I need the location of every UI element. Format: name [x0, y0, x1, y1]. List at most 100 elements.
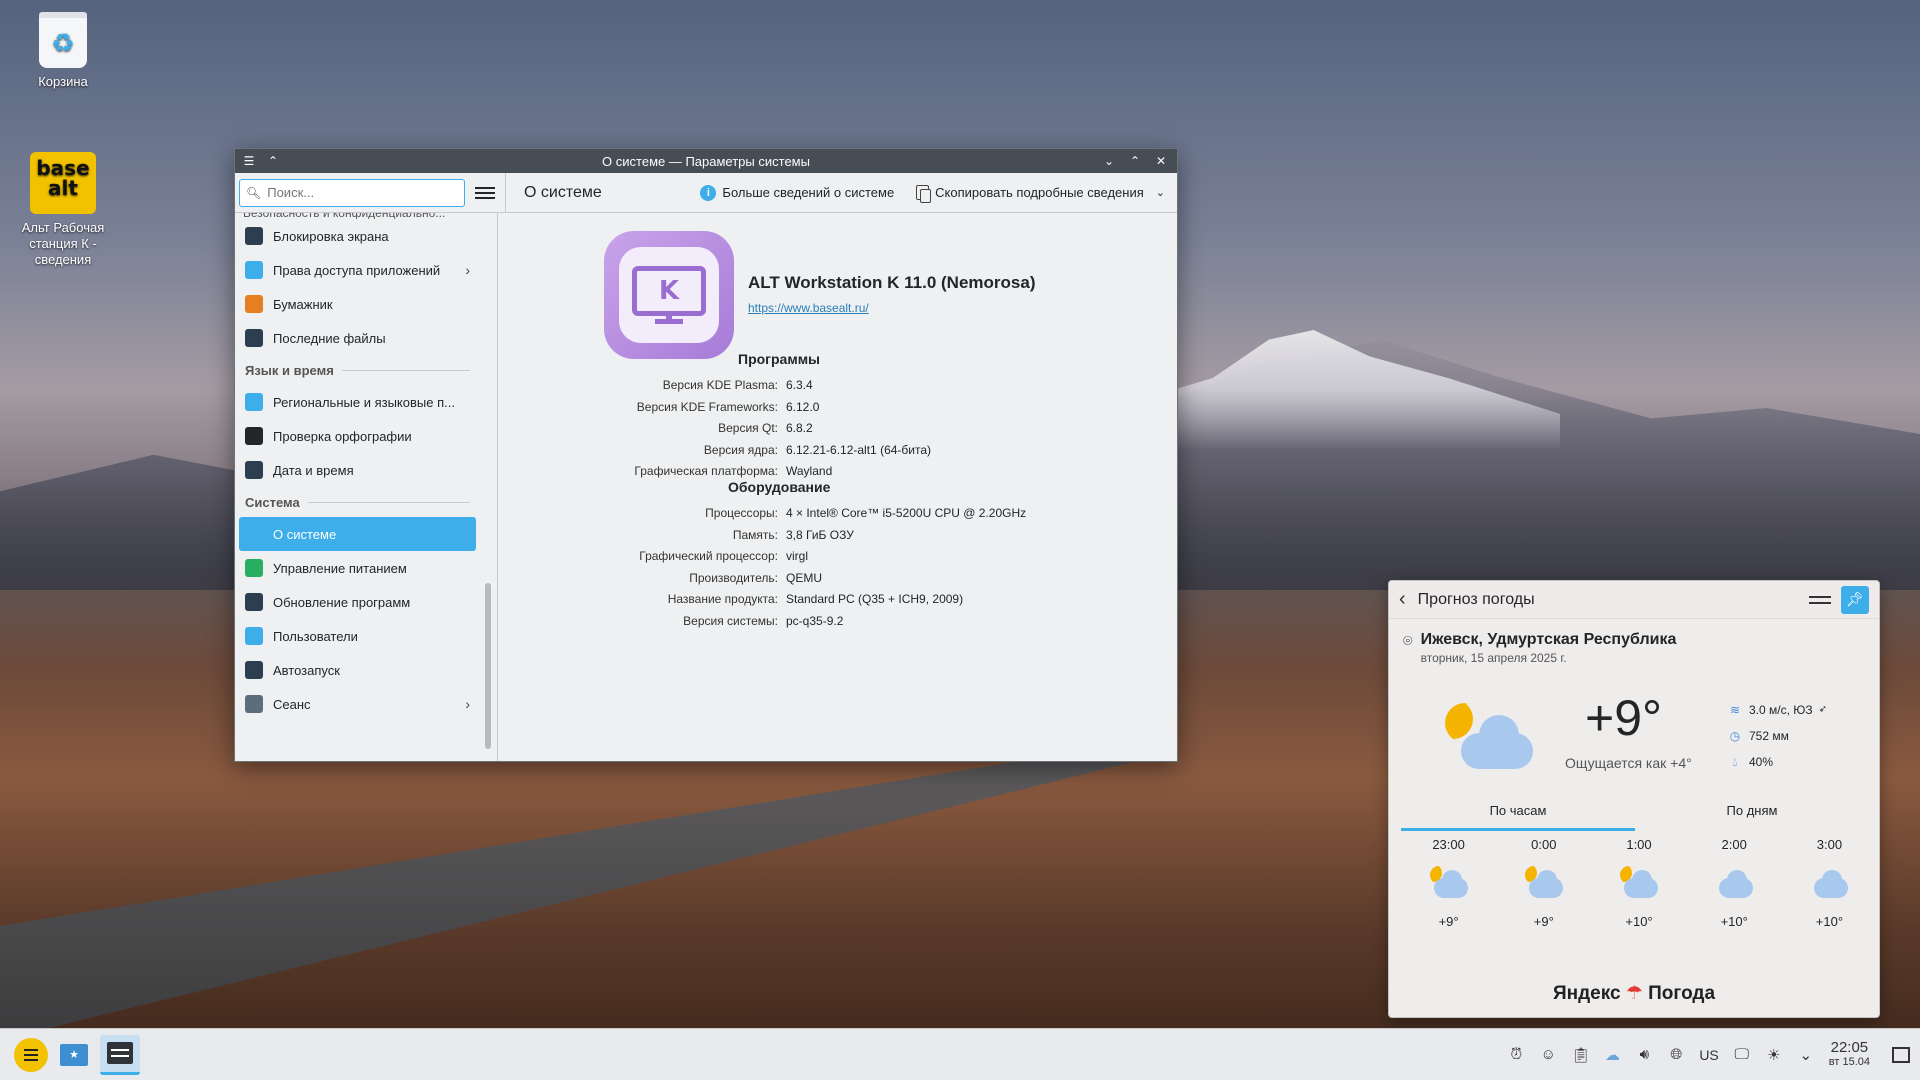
sidebar-item[interactable]: Обновление программ — [239, 585, 476, 619]
clock-icon — [245, 461, 263, 479]
info-value: Standard PC (Q35 + ICH9, 2009) — [786, 592, 964, 606]
alarm-icon[interactable]: ⏰︎ — [1507, 1046, 1525, 1063]
tab-daily[interactable]: По дням — [1635, 803, 1869, 831]
window-titlebar[interactable]: ☰ ⌃ О системе — Параметры системы ⌄ ⌃ ✕ — [235, 149, 1177, 173]
brand-left: Яндекс — [1552, 983, 1621, 1004]
brightness-icon[interactable]: ☀ — [1765, 1046, 1783, 1064]
info-key: Версия Qt: — [718, 421, 778, 435]
hardware-section-title: Оборудование — [728, 479, 831, 495]
sidebar-category-lang: Язык и время — [239, 355, 476, 385]
os-name: ALT Workstation K 11.0 (Nemorosa) — [748, 273, 1036, 292]
maximize-icon[interactable]: ⌃ — [1127, 153, 1143, 169]
network-icon[interactable]: 🌐︎ — [1667, 1046, 1685, 1063]
more-info-button[interactable]: i Больше сведений о системе — [700, 184, 894, 201]
hour-time: 1:00 — [1626, 837, 1652, 852]
window-toolbar: 🔍︎ О системе i Больше сведений о системе… — [235, 172, 1177, 213]
info-value: 6.3.4 — [786, 378, 813, 392]
sidebar: Безопасность и конфиденциально... Блокир… — [235, 213, 498, 761]
minimize-icon[interactable]: ⌄ — [1101, 153, 1117, 169]
scrollbar-thumb[interactable] — [485, 583, 491, 749]
info-row: Версия KDE Plasma: 6.3.4 — [498, 375, 1038, 396]
window-menu-icon[interactable]: ☰ — [241, 153, 257, 169]
hour-temp: +9° — [1533, 914, 1554, 929]
cloudy-icon — [1804, 858, 1854, 908]
pin-icon[interactable]: 📌︎ — [1841, 585, 1869, 614]
partly-cloudy-night-icon — [1614, 858, 1664, 908]
desktop-icon-trash[interactable]: ♻ Корзина — [8, 12, 118, 90]
sidebar-item[interactable]: Последние файлы — [239, 321, 476, 355]
sidebar-item[interactable]: Региональные и языковые п... — [239, 385, 476, 419]
desktop-icon-alt-info[interactable]: base alt Альт Рабочая станция К - сведени… — [8, 152, 118, 268]
folder-icon: ★ — [60, 1043, 88, 1066]
wallet-icon — [245, 295, 263, 313]
keyboard-layout[interactable]: US — [1699, 1047, 1718, 1063]
sidebar-item[interactable]: Бумажник — [239, 287, 476, 321]
sidebar-scrollbar[interactable] — [483, 213, 493, 761]
display-icon[interactable]: 🖵 — [1733, 1046, 1751, 1063]
sidebar-category-label: Система — [245, 494, 300, 510]
sidebar-item[interactable]: Права доступа приложений › — [239, 253, 476, 287]
volume-icon[interactable]: 🔊︎ — [1635, 1046, 1653, 1063]
wind-value: 3.0 м/с, ЮЗ — [1749, 703, 1813, 717]
settings-sliders-icon[interactable] — [1809, 589, 1831, 611]
info-value: 6.8.2 — [786, 421, 813, 435]
show-desktop-icon[interactable] — [1892, 1046, 1910, 1063]
page-title: О системе — [524, 183, 602, 201]
sidebar-item-label: Блокировка экрана — [273, 228, 389, 244]
session-icon — [245, 695, 263, 713]
weather-tray-icon[interactable]: ☁ — [1603, 1046, 1621, 1064]
sidebar-item-label: Последние файлы — [273, 330, 386, 346]
copy-details-button[interactable]: Скопировать подробные сведения ⌄ — [916, 185, 1165, 203]
wallpaper-road — [0, 740, 1150, 1040]
info-row: Версия ядра: 6.12.21-6.12-alt1 (64-бита) — [498, 440, 1038, 461]
partly-cloudy-night-icon — [1424, 858, 1474, 908]
pressure-icon: ◷ — [1729, 729, 1741, 743]
hamburger-menu-icon[interactable] — [475, 186, 495, 199]
clipboard-icon[interactable]: 📋︎ — [1571, 1046, 1590, 1064]
info-key: Версия KDE Plasma: — [662, 378, 778, 392]
desktop-icon-label: Альт Рабочая станция К - сведения — [21, 220, 105, 267]
sidebar-item[interactable]: О системе — [239, 517, 476, 551]
keep-above-icon[interactable]: ⌃ — [265, 153, 281, 169]
close-icon[interactable]: ✕ — [1153, 153, 1169, 169]
sidebar-item[interactable]: Управление питанием — [239, 551, 476, 585]
forecast-tabs: По часам По дням — [1401, 803, 1869, 831]
info-key: Память: — [732, 527, 778, 542]
sidebar-item[interactable]: Автозапуск — [239, 653, 476, 687]
sidebar-item-label: О системе — [273, 526, 337, 542]
info-key: Название продукта: — [667, 592, 778, 606]
sidebar-item[interactable]: Блокировка экрана — [239, 219, 476, 253]
tab-hourly[interactable]: По часам — [1401, 803, 1635, 831]
sidebar-item[interactable]: Проверка орфографии — [239, 419, 476, 453]
shield-icon — [245, 261, 263, 279]
copy-icon — [916, 185, 932, 203]
clock[interactable]: 22:05 вт 15.04 — [1829, 1040, 1870, 1069]
system-settings-window: ☰ ⌃ О системе — Параметры системы ⌄ ⌃ ✕ … — [234, 148, 1178, 762]
autostart-icon — [245, 661, 263, 679]
accessibility-icon[interactable]: ☺ — [1539, 1046, 1557, 1063]
sidebar-item-label: Региональные и языковые п... — [273, 394, 455, 410]
taskbar-file-manager[interactable]: ★ — [54, 1035, 94, 1075]
sidebar-item[interactable]: Пользователи — [239, 619, 476, 653]
hour-temp: +10° — [1815, 914, 1844, 929]
pressure-value: 752 мм — [1749, 729, 1789, 743]
users-icon — [245, 627, 263, 645]
sidebar-item[interactable]: Сеанс › — [239, 687, 476, 721]
app-launcher-icon[interactable] — [14, 1037, 48, 1072]
weather-date: вторник, 15 апреля 2025 г. — [1420, 651, 1567, 665]
search-input[interactable] — [267, 185, 448, 200]
back-icon[interactable]: ‹ — [1399, 588, 1406, 611]
yandex-weather-brand[interactable]: Яндекс ☂ Погода — [1389, 982, 1879, 1005]
sidebar-item-label: Проверка орфографии — [273, 428, 412, 444]
hour-temp: +10° — [1720, 914, 1748, 929]
sidebar-item[interactable]: Дата и время — [239, 453, 476, 487]
tray-expand-icon[interactable]: ⌄ — [1797, 1046, 1815, 1064]
taskbar-system-settings[interactable] — [100, 1034, 140, 1075]
search-field[interactable]: 🔍︎ — [239, 178, 465, 207]
info-value: 4 × Intel® Core™ i5-5200U CPU @ 2.20GHz — [786, 506, 1027, 520]
lock-screen-icon — [245, 227, 263, 245]
chevron-down-icon[interactable]: ⌄ — [1156, 186, 1165, 199]
os-url-link[interactable]: https://www.basealt.ru/ — [748, 301, 869, 315]
copy-details-label: Скопировать подробные сведения — [935, 185, 1144, 200]
hour-forecast: 3:00 +10° — [1782, 837, 1877, 929]
